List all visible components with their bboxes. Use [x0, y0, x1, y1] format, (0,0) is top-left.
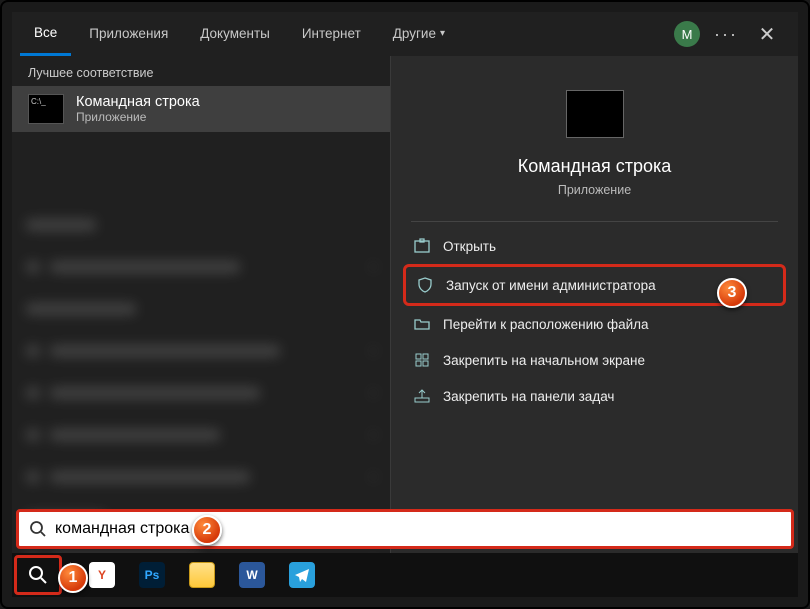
tab-other-label: Другие	[393, 12, 436, 56]
action-pin-start[interactable]: Закрепить на начальном экране	[403, 342, 786, 378]
best-match-subtitle: Приложение	[76, 110, 200, 124]
action-pin-start-label: Закрепить на начальном экране	[443, 353, 645, 368]
tab-other[interactable]: Другие ▾	[379, 12, 459, 56]
callout-2: 2	[192, 515, 222, 545]
close-icon[interactable]: ✕	[752, 22, 782, 47]
open-icon	[413, 237, 431, 255]
taskbar-word[interactable]: W	[229, 555, 275, 595]
yandex-icon: Y	[89, 562, 115, 588]
action-pin-taskbar[interactable]: Закрепить на панели задач	[403, 378, 786, 414]
pin-taskbar-icon	[413, 387, 431, 405]
tab-apps[interactable]: Приложения	[75, 12, 182, 56]
taskbar-photoshop[interactable]: Ps	[129, 555, 175, 595]
taskbar: Y Ps W	[12, 553, 798, 597]
search-icon	[29, 520, 47, 538]
search-panel: Все Приложения Документы Интернет Другие…	[12, 12, 798, 554]
callout-1: 1	[58, 563, 88, 593]
folder-icon	[189, 562, 215, 588]
tab-docs[interactable]: Документы	[186, 12, 284, 56]
section-best-match-label: Лучшее соответствие	[12, 56, 390, 86]
best-match-title: Командная строка	[76, 94, 200, 110]
user-avatar[interactable]: М	[674, 21, 700, 47]
chevron-down-icon: ▾	[440, 12, 445, 56]
search-icon	[28, 565, 48, 585]
preview-title: Командная строка	[518, 156, 672, 177]
actions-list: Открыть Запуск от имени администратора П…	[391, 228, 798, 414]
pin-start-icon	[413, 351, 431, 369]
preview-app-icon	[566, 90, 624, 138]
telegram-icon	[289, 562, 315, 588]
cmd-icon: C:\_	[28, 94, 64, 124]
best-match-item[interactable]: C:\_ Командная строка Приложение	[12, 86, 390, 132]
preview-subtitle: Приложение	[558, 183, 631, 197]
search-content: Лучшее соответствие C:\_ Командная строк…	[12, 56, 798, 554]
admin-shield-icon	[416, 276, 434, 294]
search-tabs: Все Приложения Документы Интернет Другие…	[12, 12, 798, 56]
blurred-results: › › › › › ›	[26, 204, 376, 548]
action-open[interactable]: Открыть	[403, 228, 786, 264]
action-location-label: Перейти к расположению файла	[443, 317, 649, 332]
taskbar-telegram[interactable]	[279, 555, 325, 595]
action-admin-label: Запуск от имени администратора	[446, 278, 656, 293]
photoshop-icon: Ps	[139, 562, 165, 588]
callout-3: 3	[717, 278, 747, 308]
divider	[411, 221, 778, 222]
folder-icon	[413, 315, 431, 333]
action-open-label: Открыть	[443, 239, 496, 254]
taskbar-explorer[interactable]	[179, 555, 225, 595]
action-open-location[interactable]: Перейти к расположению файла	[403, 306, 786, 342]
taskbar-search-button[interactable]	[14, 555, 62, 595]
action-pin-taskbar-label: Закрепить на панели задач	[443, 389, 614, 404]
word-icon: W	[239, 562, 265, 588]
tab-all[interactable]: Все	[20, 12, 71, 56]
results-column: Лучшее соответствие C:\_ Командная строк…	[12, 56, 390, 554]
tab-web[interactable]: Интернет	[288, 12, 375, 56]
search-box[interactable]	[16, 509, 794, 549]
more-options-icon[interactable]: ···	[714, 24, 738, 45]
search-input[interactable]	[55, 520, 781, 538]
